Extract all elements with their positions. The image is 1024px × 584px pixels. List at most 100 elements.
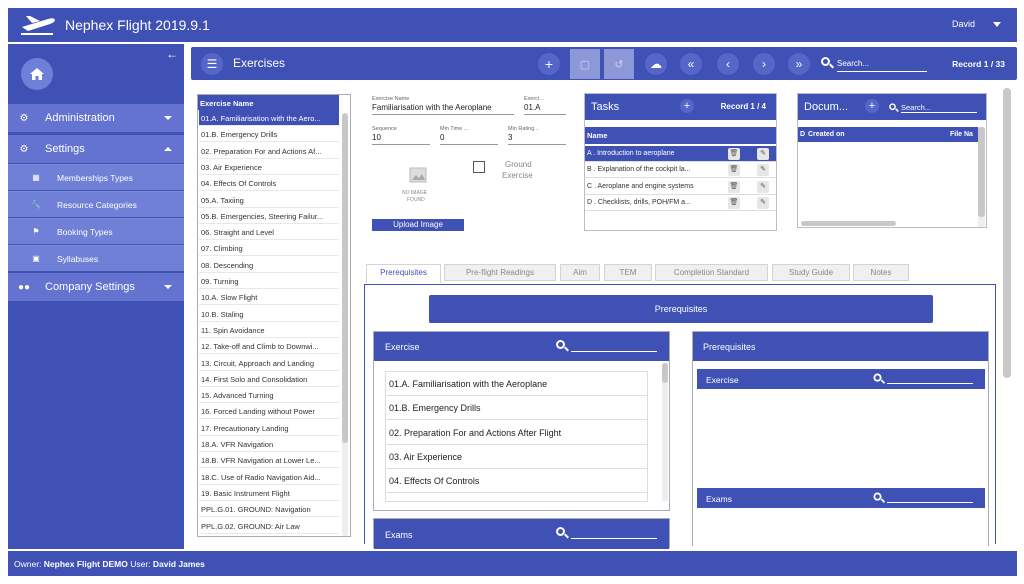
edit-icon[interactable]: ✎ xyxy=(757,180,769,193)
chevron-down-icon[interactable] xyxy=(993,22,1001,27)
sidebar-subitem-memberships-types[interactable]: ▦ Memberships Types xyxy=(8,164,184,190)
sequence-field[interactable]: 10 xyxy=(372,133,430,145)
tab-tem[interactable]: TEM xyxy=(604,264,652,281)
selected-exams-search-input[interactable] xyxy=(887,502,973,503)
list-item[interactable]: 10.A. Slow Flight xyxy=(199,289,339,306)
list-item[interactable]: 08. Descending xyxy=(199,257,339,273)
cloud-upload-icon[interactable]: ☁ xyxy=(645,53,667,75)
column-header-created-on[interactable]: Created on xyxy=(808,131,845,138)
tab-completion-standard[interactable]: Completion Standard xyxy=(655,264,768,281)
column-header-name[interactable]: Name xyxy=(585,127,776,144)
sidebar-item-company-settings[interactable]: ●● Company Settings xyxy=(8,273,184,301)
save-button[interactable]: ▢ xyxy=(570,49,600,79)
tab-pre-flight-readings[interactable]: Pre-flight Readings xyxy=(444,264,556,281)
home-button[interactable] xyxy=(21,58,53,90)
next-record-button[interactable]: › xyxy=(753,53,775,75)
list-item[interactable]: 09. Turning xyxy=(199,273,339,289)
delete-icon[interactable]: 🗑 xyxy=(728,196,740,209)
arrow-left-icon[interactable]: ← xyxy=(166,47,178,61)
list-item[interactable]: 16. Forced Landing without Power xyxy=(199,403,339,420)
exercise-prereq-search-input[interactable] xyxy=(571,351,657,352)
list-item[interactable]: 02. Preparation For and Actions Af... xyxy=(199,143,339,159)
column-header-d[interactable]: D xyxy=(800,131,805,138)
exercise-code-field[interactable]: 01.A xyxy=(524,103,566,115)
list-item[interactable]: 06. Straight and Level xyxy=(199,224,339,241)
last-record-button[interactable]: » xyxy=(788,53,810,75)
add-button[interactable]: + xyxy=(538,53,560,75)
page-scrollbar[interactable] xyxy=(1003,88,1011,378)
task-row[interactable]: C . Aeroplane and engine systems xyxy=(585,179,776,195)
list-item[interactable]: 18.C. Use of Radio Navigation Aid... xyxy=(199,469,339,485)
tab-study-guide[interactable]: Study Guide xyxy=(772,264,850,281)
add-task-button[interactable]: + xyxy=(680,99,694,113)
list-item[interactable]: 17. Precautionary Landing xyxy=(199,420,339,436)
edit-icon[interactable]: ✎ xyxy=(757,196,769,209)
task-row[interactable]: D . Checklists, drills, POH/FM a... xyxy=(585,195,776,211)
list-item[interactable]: 03. Air Experience xyxy=(386,445,647,469)
exercise-name-field[interactable]: Familiarisation with the Aeroplane xyxy=(372,103,514,115)
ground-exercise-checkbox[interactable] xyxy=(473,161,485,173)
list-item[interactable]: PPL.G.02. GROUND: Air Law xyxy=(199,518,339,534)
list-item[interactable]: 14. First Solo and Consolidation xyxy=(199,371,339,387)
horizontal-scrollbar[interactable] xyxy=(801,221,896,226)
list-item[interactable]: 05.B. Emergencies, Steering Failur... xyxy=(199,208,339,224)
list-item[interactable]: 13. Circuit, Approach and Landing xyxy=(199,355,339,371)
min-rating-field[interactable]: 3 xyxy=(508,133,566,145)
list-item[interactable]: 05.A. Taxiing xyxy=(199,192,339,208)
undo-button[interactable]: ↺ xyxy=(604,49,634,79)
search-input[interactable]: Search... xyxy=(837,59,927,72)
list-item[interactable]: 05.A. Taxiing xyxy=(386,494,647,502)
list-item[interactable]: 03. Air Experience xyxy=(199,159,339,175)
tab-notes[interactable]: Notes xyxy=(853,264,909,281)
exams-search-input[interactable] xyxy=(571,538,657,539)
sidebar-item-administration[interactable]: ⚙ Administration xyxy=(8,104,184,132)
task-row[interactable]: A . Introduction to aeroplane xyxy=(585,146,776,162)
list-icon[interactable]: ☰ xyxy=(201,53,223,75)
first-record-button[interactable]: « xyxy=(680,53,702,75)
user-menu[interactable]: David xyxy=(952,19,975,29)
selected-exercise-search-input[interactable] xyxy=(887,383,973,384)
list-item[interactable]: 12. Take-off and Climb to Downwi... xyxy=(199,338,339,355)
list-item[interactable]: 01.B. Emergency Drills xyxy=(386,396,647,421)
edit-icon[interactable]: ✎ xyxy=(757,164,769,177)
search-icon[interactable] xyxy=(873,492,882,503)
tab-aim[interactable]: Aim xyxy=(560,264,600,281)
sidebar-subitem-booking-types[interactable]: ⚑ Booking Types xyxy=(8,218,184,244)
task-row[interactable]: B . Explanation of the cockpit la... xyxy=(585,162,776,179)
list-item[interactable]: 18.A. VFR Navigation xyxy=(199,436,339,452)
list-item[interactable]: 07. Climbing xyxy=(199,240,339,257)
sidebar-subitem-syllabuses[interactable]: ▣ Syllabuses xyxy=(8,245,184,271)
list-item[interactable]: PPL.G.01. GROUND: Navigation xyxy=(199,501,339,518)
list-item[interactable]: 01.B. Emergency Drills xyxy=(199,126,339,143)
delete-icon[interactable]: 🗑 xyxy=(728,148,740,160)
list-item[interactable]: 18.B. VFR Navigation at Lower Le... xyxy=(199,452,339,469)
documents-search-input[interactable]: Search... xyxy=(901,103,977,113)
list-item[interactable]: 02. Preparation For and Actions After Fl… xyxy=(386,421,647,445)
tab-prerequisites[interactable]: Prerequisites xyxy=(366,264,441,283)
column-header-file-name[interactable]: File Na xyxy=(950,131,973,138)
min-time-field[interactable]: 0 xyxy=(440,133,498,145)
delete-icon[interactable]: 🗑 xyxy=(728,180,740,193)
search-icon[interactable] xyxy=(556,527,565,538)
sidebar-item-settings[interactable]: ⚙ Settings xyxy=(8,135,184,163)
list-item[interactable]: 15. Advanced Turning xyxy=(199,387,339,404)
list-item[interactable]: 19. Basic Instrument Flight xyxy=(199,485,339,501)
list-item[interactable]: 11. Spin Avoidance xyxy=(199,322,339,338)
search-icon[interactable] xyxy=(556,340,565,351)
scrollbar[interactable] xyxy=(978,127,985,227)
delete-icon[interactable]: 🗑 xyxy=(728,164,740,177)
search-icon[interactable] xyxy=(873,373,882,384)
previous-record-button[interactable]: ‹ xyxy=(717,53,739,75)
column-header-exercise-name[interactable]: Exercise Name xyxy=(198,95,339,110)
upload-image-button[interactable]: Upload Image xyxy=(372,219,464,231)
list-item[interactable]: 10.B. Staling xyxy=(199,306,339,322)
edit-icon[interactable]: ✎ xyxy=(757,148,769,160)
add-document-button[interactable]: + xyxy=(865,99,879,113)
list-item[interactable]: 04. Effects Of Controls xyxy=(199,175,339,192)
list-item[interactable]: 01.A. Familiarisation with the Aero... xyxy=(199,110,339,126)
list-item[interactable]: 04. Effects Of Controls xyxy=(386,469,647,494)
list-item[interactable]: 01.A. Familiarisation with the Aeroplane xyxy=(386,372,647,396)
sidebar-subitem-resource-categories[interactable]: 🔧 Resource Categories xyxy=(8,191,184,217)
scrollbar[interactable] xyxy=(342,113,348,536)
scrollbar[interactable] xyxy=(662,363,668,501)
